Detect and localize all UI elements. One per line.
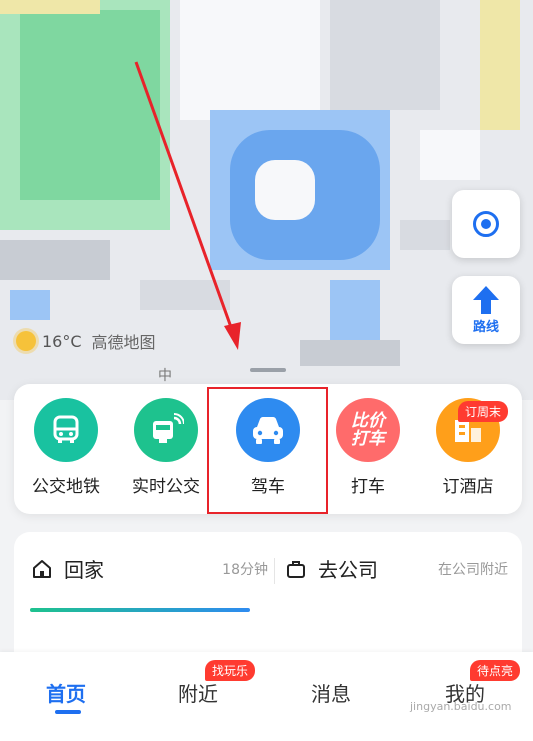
map-block	[400, 220, 450, 250]
feature-label: 订酒店	[442, 477, 494, 497]
nav-tab-home[interactable]: 首页	[46, 678, 86, 707]
map-block	[180, 0, 320, 120]
map-block	[330, 0, 440, 110]
sun-icon	[16, 331, 36, 351]
bus-icon	[34, 398, 98, 462]
drag-handle[interactable]	[250, 368, 286, 372]
map-park-area-core	[20, 10, 160, 200]
nav-tab-nearby[interactable]: 附近	[178, 678, 218, 707]
nav-tab-messages[interactable]: 消息	[311, 678, 351, 707]
nearby-badge: 找玩乐	[205, 660, 256, 681]
briefcase-icon	[287, 560, 305, 578]
watermark: jingyan.baidu.com	[410, 700, 512, 713]
bottom-nav: 首页 附近 找玩乐 消息 我的 待点亮	[0, 652, 533, 741]
map-street-label: 中	[158, 368, 172, 384]
locate-button[interactable]	[452, 190, 520, 258]
map-block	[300, 340, 400, 366]
nav-active-indicator	[55, 710, 81, 714]
mine-badge: 待点亮	[470, 660, 521, 681]
annotation-highlight-box	[207, 387, 328, 514]
feature-label: 打车	[351, 477, 385, 497]
realtime-bus-icon	[134, 398, 198, 462]
feature-realtime-bus[interactable]: 实时公交	[120, 398, 212, 504]
map-view[interactable]: 16°C 高德地图 中 路线	[0, 0, 533, 400]
home-icon	[33, 559, 51, 578]
map-water-strip	[10, 290, 50, 320]
commute-card: 回家 18分钟 去公司 在公司附近	[14, 532, 522, 672]
route-arrow-icon	[473, 285, 499, 314]
commute-divider	[274, 558, 275, 584]
taxi-icon: 比价打车	[336, 398, 400, 462]
map-block	[420, 130, 480, 180]
map-island	[255, 160, 315, 220]
feature-taxi[interactable]: 比价打车 打车	[322, 398, 414, 504]
go-home-title: 回家	[64, 558, 104, 582]
feature-label: 实时公交	[132, 477, 200, 497]
map-brand-logo: 高德地图	[91, 333, 156, 352]
go-home-item[interactable]: 回家 18分钟	[32, 554, 268, 583]
hotel-promo-badge: 订周末	[458, 401, 509, 422]
weather-indicator: 16°C 高德地图	[16, 329, 156, 353]
go-home-eta: 18分钟	[222, 561, 268, 578]
feature-label: 公交地铁	[32, 477, 100, 497]
route-label: 路线	[472, 319, 499, 335]
map-road-yellow	[0, 0, 100, 14]
home-route-progress	[30, 608, 250, 612]
go-work-status: 在公司附近	[438, 561, 508, 578]
go-work-item[interactable]: 去公司 在公司附近	[286, 554, 508, 583]
map-road-yellow	[480, 0, 520, 130]
go-work-title: 去公司	[318, 558, 378, 582]
locate-icon	[473, 211, 499, 237]
map-block	[0, 240, 110, 280]
taxi-icon-text: 比价打车	[351, 411, 385, 449]
route-button[interactable]: 路线	[452, 276, 520, 344]
map-block	[140, 280, 230, 310]
feature-bus-metro[interactable]: 公交地铁	[20, 398, 112, 504]
temperature-text: 16°C	[42, 331, 82, 351]
